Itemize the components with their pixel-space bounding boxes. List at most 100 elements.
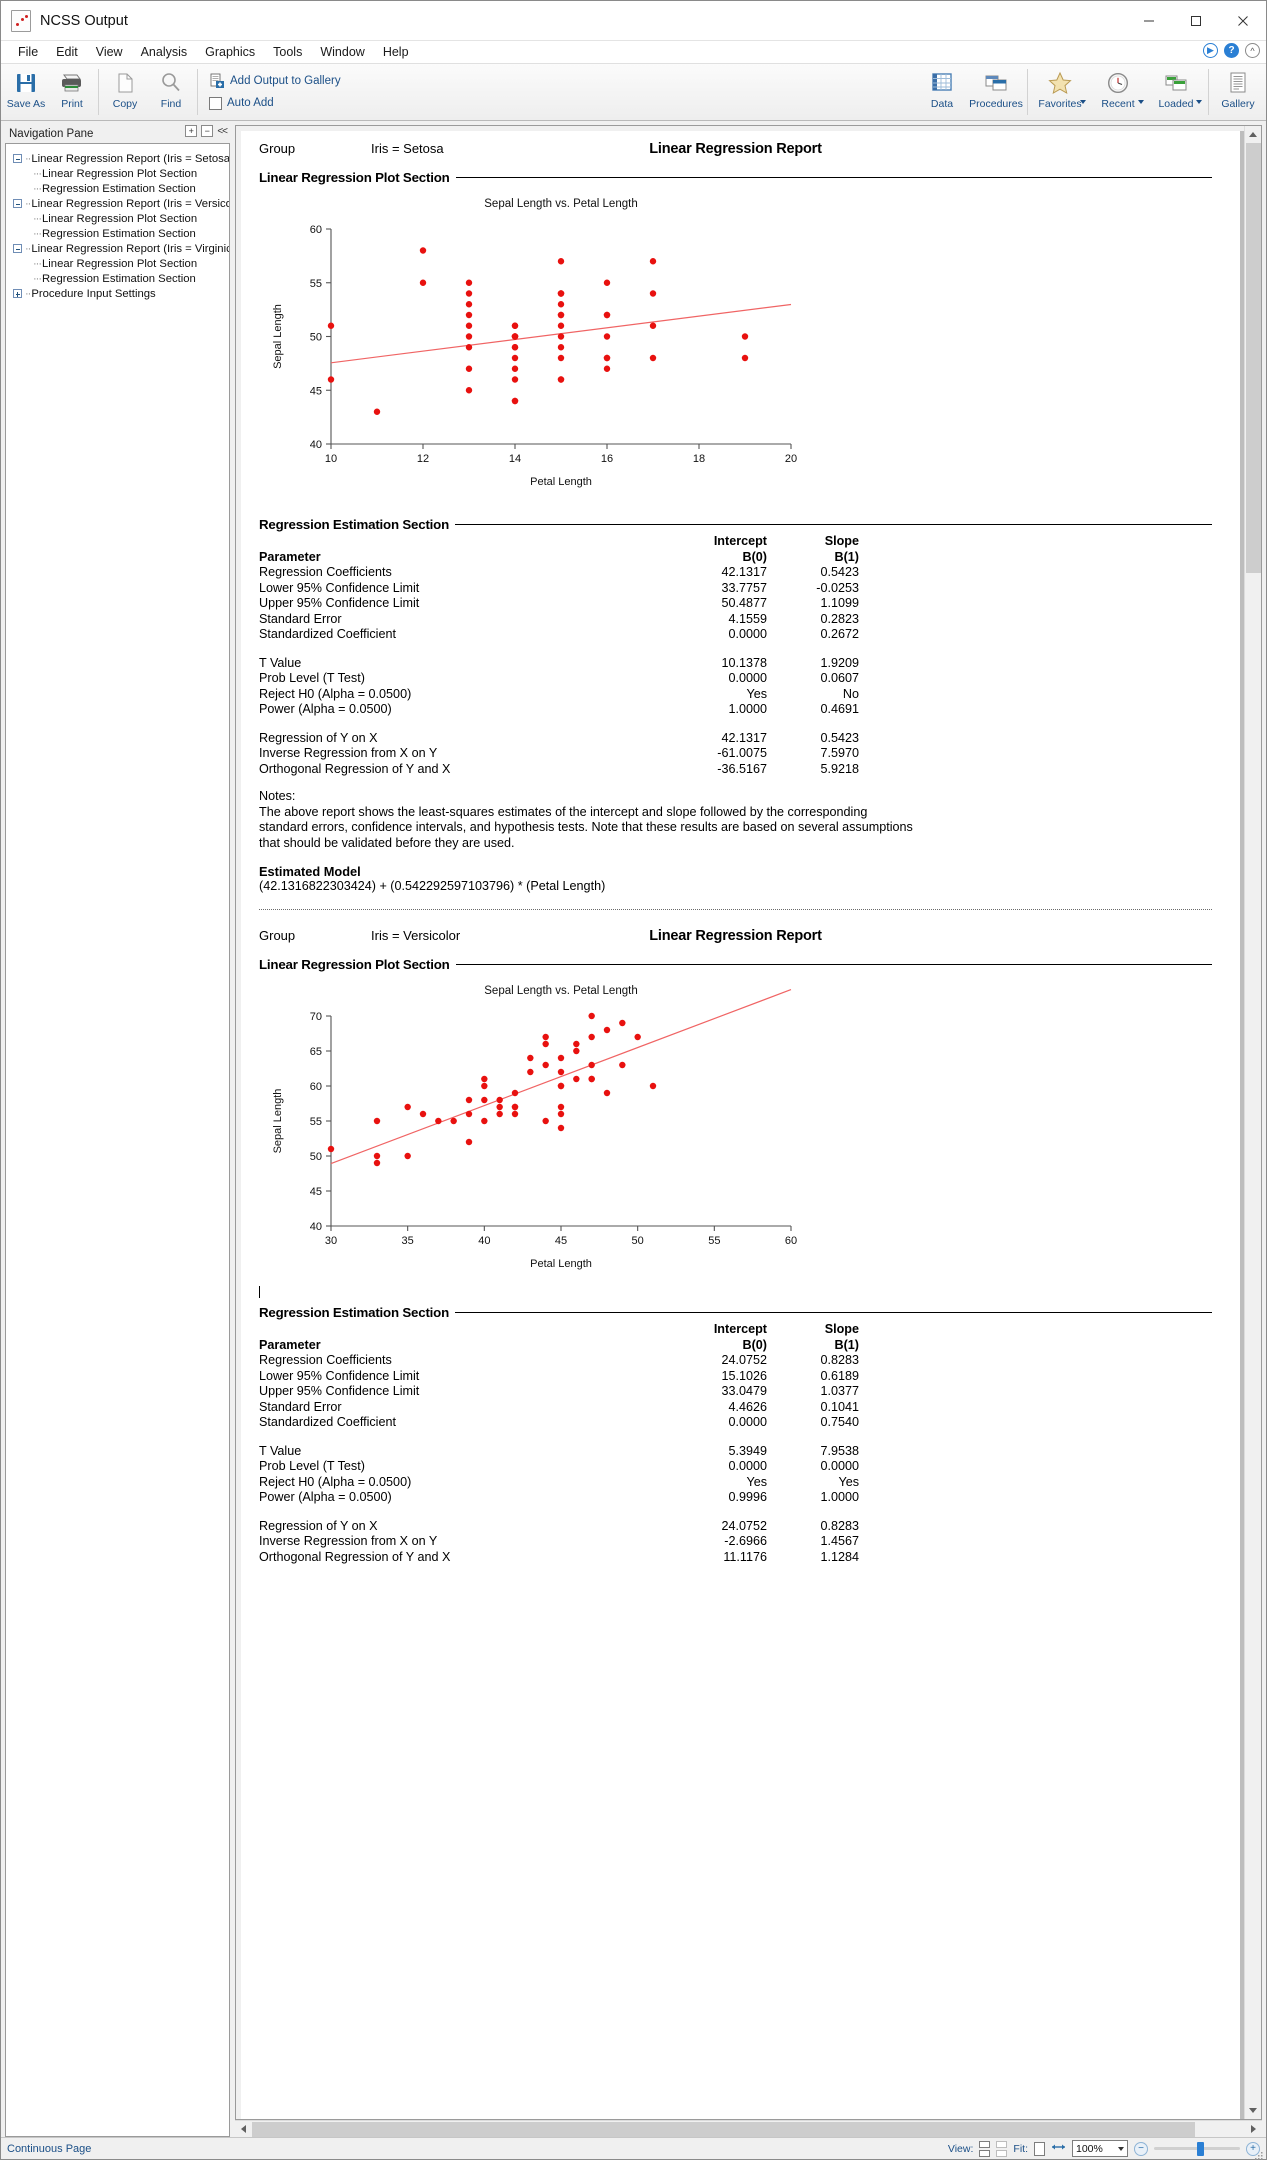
two-page-icon[interactable] — [996, 2140, 1008, 2157]
data-point — [603, 1089, 611, 1097]
menu-bar: File Edit View Analysis Graphics Tools W… — [1, 41, 1266, 64]
fit-page-icon[interactable] — [1034, 2141, 1045, 2156]
y-tick-label: 65 — [310, 1046, 322, 1058]
row-label: Regression of Y on X — [259, 730, 378, 745]
collapse-ribbon-icon[interactable]: ^ — [1245, 43, 1260, 58]
hide-pane-icon[interactable]: << — [217, 126, 228, 137]
loaded-dropdown-caret[interactable] — [1196, 100, 1202, 104]
tree-item-plot-section-virginica[interactable]: ··· Linear Regression Plot Section — [10, 256, 229, 271]
collapse-all-icon[interactable]: − — [201, 125, 214, 137]
minimize-button[interactable] — [1125, 1, 1172, 41]
report-horizontal-scrollbar[interactable] — [235, 2120, 1262, 2138]
save-as-button[interactable]: Save As — [3, 64, 49, 120]
data-point — [496, 1096, 503, 1104]
menu-help[interactable]: Help — [374, 43, 418, 61]
notes-block: Notes: The above report shows the least-… — [259, 789, 919, 851]
chevron-down-icon[interactable] — [1118, 2146, 1124, 2151]
menu-analysis[interactable]: Analysis — [132, 43, 197, 61]
data-point — [619, 1019, 626, 1027]
tree-expander-plus-icon[interactable] — [13, 289, 22, 298]
tree-item-report-versicolor[interactable]: ·· Linear Regression Report (Iris = Vers… — [10, 196, 229, 211]
row-label: Standard Error — [259, 1399, 342, 1414]
add-output-to-gallery-button[interactable]: Add Output to Gallery — [209, 70, 341, 92]
ribbon-separator-3 — [1027, 69, 1028, 115]
favorites-button[interactable]: Favorites — [1031, 64, 1089, 120]
scroll-right-button[interactable] — [1245, 2121, 1262, 2138]
recent-dropdown-caret[interactable] — [1138, 100, 1144, 104]
recent-button[interactable]: Recent — [1089, 64, 1147, 120]
tree-expander-minus-icon[interactable] — [13, 244, 22, 253]
tree-item-plot-section-setosa[interactable]: ··· Linear Regression Plot Section — [10, 166, 229, 181]
data-point — [511, 1089, 519, 1097]
menu-window[interactable]: Window — [311, 43, 373, 61]
x-tick-label: 60 — [785, 1235, 797, 1247]
scroll-up-button[interactable] — [1244, 126, 1261, 143]
auto-add-checkbox-box[interactable] — [209, 96, 222, 110]
data-point — [465, 1096, 473, 1104]
print-button[interactable]: Print — [49, 64, 95, 120]
row-label: Regression of Y on X — [259, 1518, 378, 1533]
menu-tools[interactable]: Tools — [264, 43, 311, 61]
fit-width-icon[interactable] — [1051, 2140, 1066, 2158]
data-button[interactable]: Data — [916, 64, 968, 120]
help-icon[interactable]: ? — [1224, 43, 1239, 58]
tree-item-plot-section-versicolor[interactable]: ··· Linear Regression Plot Section — [10, 211, 229, 226]
data-point — [481, 1117, 488, 1125]
data-point — [557, 301, 565, 308]
menu-graphics[interactable]: Graphics — [196, 43, 264, 61]
maximize-button[interactable] — [1172, 1, 1219, 41]
data-point — [511, 365, 519, 372]
single-page-icon[interactable] — [979, 2140, 991, 2157]
favorites-dropdown-caret[interactable] — [1080, 100, 1086, 104]
tree-item-procedure-input-settings[interactable]: ·· Procedure Input Settings — [10, 286, 229, 301]
zoom-level-select[interactable]: 100% — [1072, 2140, 1128, 2157]
menu-view[interactable]: View — [87, 43, 132, 61]
report-vertical-scrollbar[interactable] — [1244, 126, 1261, 2119]
loaded-button[interactable]: Loaded — [1147, 64, 1205, 120]
table-row: Upper 95% Confidence Limit 33.0479 1.037… — [259, 1384, 859, 1400]
navigation-tree[interactable]: ·· Linear Regression Report (Iris = Seto… — [5, 143, 230, 2137]
menu-edit[interactable]: Edit — [47, 43, 87, 61]
zoom-slider[interactable] — [1154, 2141, 1240, 2156]
data-point — [557, 311, 565, 319]
tree-item-estimation-section-setosa[interactable]: ··· Regression Estimation Section — [10, 181, 229, 196]
tree-expander-minus-icon[interactable] — [13, 199, 22, 208]
zoom-out-button[interactable]: − — [1134, 2141, 1148, 2156]
scroll-left-button[interactable] — [235, 2121, 252, 2138]
data-point — [373, 1117, 381, 1125]
expand-all-icon[interactable]: + — [185, 125, 198, 137]
tree-item-report-virginica[interactable]: ·· Linear Regression Report (Iris = Virg… — [10, 241, 229, 256]
table-header-row-top: Intercept Slope — [259, 534, 859, 550]
horizontal-scroll-thumb[interactable] — [252, 2121, 1196, 2137]
y-tick-label: 55 — [310, 1116, 322, 1128]
procedures-button[interactable]: Procedures — [968, 64, 1024, 120]
copy-button[interactable]: Copy — [102, 64, 148, 120]
scroll-down-button[interactable] — [1244, 2102, 1261, 2119]
col-head-b0: B(0) — [742, 1337, 768, 1352]
tree-item-estimation-section-virginica[interactable]: ··· Regression Estimation Section — [10, 271, 229, 286]
data-point — [465, 279, 473, 286]
data-point — [419, 1110, 427, 1118]
tree-item-report-setosa[interactable]: ·· Linear Regression Report (Iris = Seto… — [10, 151, 229, 166]
data-point — [373, 1152, 381, 1160]
gallery-button[interactable]: Gallery — [1212, 64, 1264, 120]
tree-item-estimation-section-versicolor[interactable]: ··· Regression Estimation Section — [10, 226, 229, 241]
x-axis-label: Petal Length — [530, 476, 592, 488]
auto-add-checkbox[interactable]: Auto Add — [209, 92, 341, 114]
table-row: Power (Alpha = 0.0500) 0.9996 1.0000 — [259, 1490, 859, 1506]
tree-expander-minus-icon[interactable] — [13, 154, 22, 163]
menu-file[interactable]: File — [9, 43, 47, 61]
find-button[interactable]: Find — [148, 64, 194, 120]
vertical-scroll-track[interactable] — [1244, 143, 1261, 2102]
close-button[interactable] — [1219, 1, 1266, 41]
x-tick-label: 18 — [693, 453, 705, 465]
data-point — [465, 1138, 473, 1146]
run-icon[interactable]: ▶ — [1203, 43, 1218, 58]
horizontal-scroll-track[interactable] — [252, 2120, 1245, 2138]
document-lines-icon — [1228, 69, 1248, 97]
resize-grip[interactable] — [1254, 2148, 1264, 2160]
row-label: T Value — [259, 655, 302, 670]
x-tick-label: 14 — [509, 453, 521, 465]
zoom-slider-thumb[interactable] — [1197, 2141, 1204, 2156]
vertical-scroll-thumb[interactable] — [1245, 143, 1261, 573]
